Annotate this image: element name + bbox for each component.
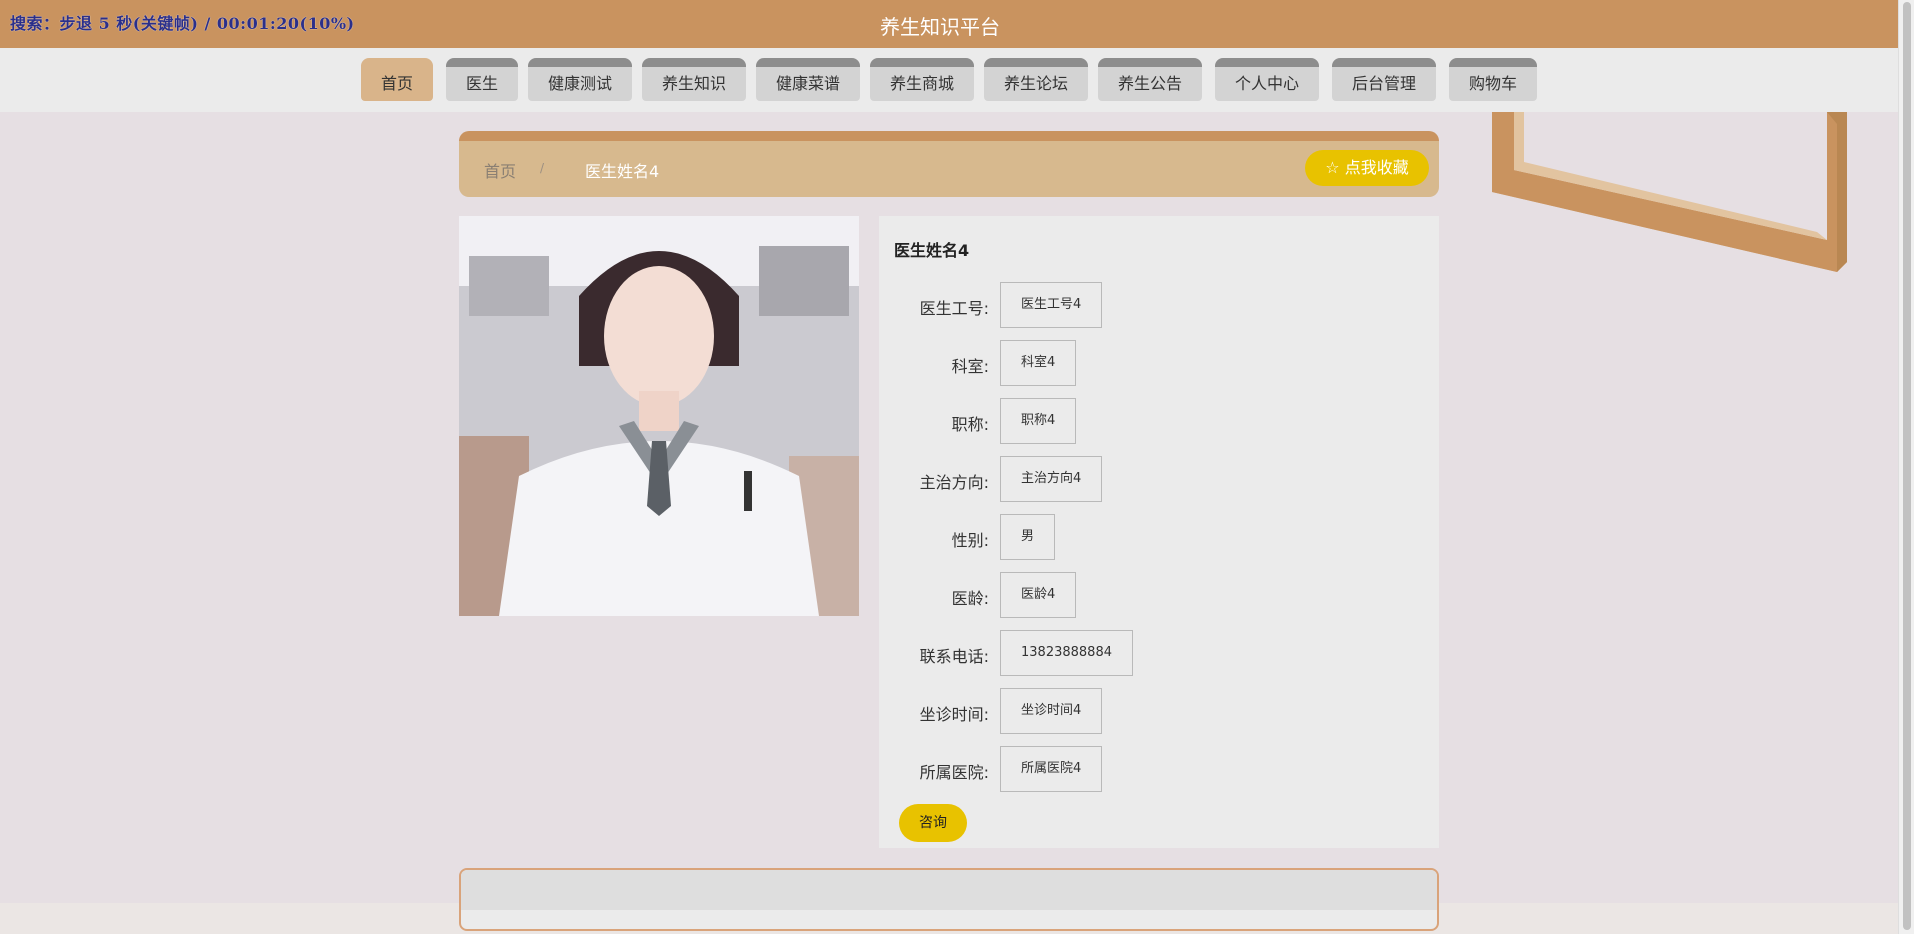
breadcrumb-bar: 首页 / 医生姓名4 ☆ 点我收藏 bbox=[459, 131, 1439, 197]
nav-item-home[interactable]: 首页 bbox=[361, 58, 433, 101]
doctor-name: 医生姓名4 bbox=[894, 241, 970, 260]
nav-item-forum[interactable]: 养生论坛 bbox=[984, 58, 1088, 101]
consult-button[interactable]: 咨询 bbox=[899, 804, 967, 842]
scrollbar-thumb[interactable] bbox=[1903, 2, 1911, 930]
field-label: 所属医院: bbox=[919, 763, 989, 782]
main-nav: 首页 医生 健康测试 养生知识 健康菜谱 养生商城 养生论坛 养生公告 个人中心… bbox=[0, 48, 1898, 112]
bottom-panel-header bbox=[461, 870, 1437, 910]
field-value: 主治方向4 bbox=[1000, 456, 1103, 502]
nav-item-health-test[interactable]: 健康测试 bbox=[528, 58, 632, 101]
star-outline-icon: ☆ bbox=[1325, 158, 1340, 177]
nav-item-shop[interactable]: 养生商城 bbox=[870, 58, 974, 101]
field-label: 医龄: bbox=[951, 589, 989, 608]
field-label: 职称: bbox=[951, 415, 989, 434]
field-value: 所属医院4 bbox=[1000, 746, 1103, 792]
decorative-frame-graphic bbox=[1492, 112, 1847, 272]
field-value: 职称4 bbox=[1000, 398, 1077, 444]
breadcrumb-separator: / bbox=[540, 161, 545, 175]
nav-item-recipes[interactable]: 健康菜谱 bbox=[756, 58, 860, 101]
field-label: 坐诊时间: bbox=[919, 705, 989, 724]
field-value: 医龄4 bbox=[1000, 572, 1077, 618]
favorite-button[interactable]: ☆ 点我收藏 bbox=[1305, 150, 1429, 186]
bottom-panel bbox=[459, 868, 1439, 931]
favorite-button-label: 点我收藏 bbox=[1344, 158, 1409, 177]
breadcrumb-home-link[interactable]: 首页 bbox=[484, 158, 516, 182]
field-label: 主治方向: bbox=[919, 473, 989, 492]
field-label: 医生工号: bbox=[919, 299, 989, 318]
nav-item-announcements[interactable]: 养生公告 bbox=[1098, 58, 1202, 101]
field-label: 联系电话: bbox=[919, 647, 989, 666]
page-scrollbar[interactable] bbox=[1898, 0, 1914, 934]
nav-item-health-knowledge[interactable]: 养生知识 bbox=[642, 58, 746, 101]
doctor-photo bbox=[459, 216, 859, 616]
nav-item-doctor[interactable]: 医生 bbox=[446, 58, 518, 101]
breadcrumb-current: 医生姓名4 bbox=[585, 162, 660, 181]
doctor-detail-panel: 医生姓名4 医生工号: 医生工号4 科室: 科室4 职称: 职称4 主治方向: … bbox=[879, 216, 1439, 848]
video-seek-overlay-text: 搜索：步退 5 秒(关键帧) / 00:01:20(10%) bbox=[10, 14, 355, 33]
nav-item-admin[interactable]: 后台管理 bbox=[1332, 58, 1436, 101]
field-label: 科室: bbox=[951, 357, 989, 376]
field-value: 男 bbox=[1000, 514, 1056, 560]
field-value: 13823888884 bbox=[1000, 630, 1133, 676]
nav-item-cart[interactable]: 购物车 bbox=[1449, 58, 1537, 101]
field-value: 科室4 bbox=[1000, 340, 1077, 386]
field-value: 医生工号4 bbox=[1000, 282, 1103, 328]
field-label: 性别: bbox=[951, 531, 989, 550]
field-value: 坐诊时间4 bbox=[1000, 688, 1103, 734]
nav-item-user-center[interactable]: 个人中心 bbox=[1215, 58, 1319, 101]
